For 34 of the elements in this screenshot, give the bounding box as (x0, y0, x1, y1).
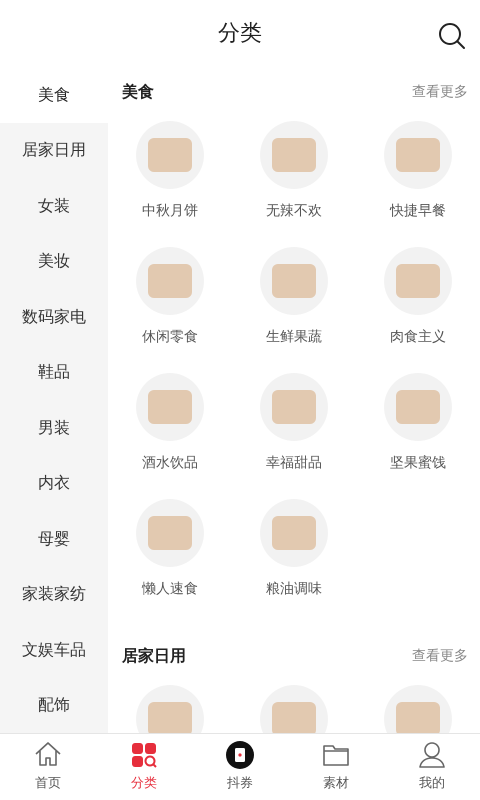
tab-bar-item[interactable]: 素材 (288, 734, 384, 800)
product-photo-placeholder[interactable] (384, 685, 452, 733)
category-label: 休闲零食 (142, 328, 198, 347)
category-label: 粮油调味 (266, 580, 322, 599)
category-label: 快捷早餐 (390, 202, 446, 221)
tab-label: 首页 (35, 775, 61, 794)
tab-bar-item[interactable]: 抖券 (192, 734, 288, 800)
page-title: 分类 (218, 20, 262, 48)
grid-search-icon (129, 740, 159, 770)
category-label: 酒水饮品 (142, 454, 198, 473)
see-more-link[interactable]: 查看更多 (412, 646, 468, 666)
tab-label: 我的 (419, 775, 445, 794)
category-label: 懒人速食 (142, 580, 198, 599)
category-tab[interactable]: 美食 (0, 67, 108, 122)
person-icon (417, 740, 447, 770)
tab-bar-item[interactable]: 我的 (384, 734, 480, 800)
category-label: 中秋月饼 (142, 202, 198, 221)
category-label: 幸福甜品 (266, 454, 322, 473)
search-icon[interactable] (438, 22, 466, 50)
product-photo-placeholder[interactable] (260, 685, 328, 733)
category-label: 肉食主义 (390, 328, 446, 347)
tab-label: 分类 (131, 775, 157, 794)
tab-label: 抖券 (227, 775, 253, 794)
section-title: 居家日用 (122, 645, 186, 667)
tab-bar-item[interactable]: 分类 (96, 734, 192, 800)
ticket-icon (225, 740, 255, 770)
tab-bar-item[interactable]: 首页 (0, 734, 96, 800)
category-label: 生鲜果蔬 (266, 328, 322, 347)
tab-label: 素材 (323, 775, 349, 794)
category-label: 坚果蜜饯 (390, 454, 446, 473)
product-photo-placeholder[interactable] (136, 685, 204, 733)
section-title: 美食 (122, 81, 154, 103)
see-more-link[interactable]: 查看更多 (412, 82, 468, 102)
category-label: 无辣不欢 (266, 202, 322, 221)
